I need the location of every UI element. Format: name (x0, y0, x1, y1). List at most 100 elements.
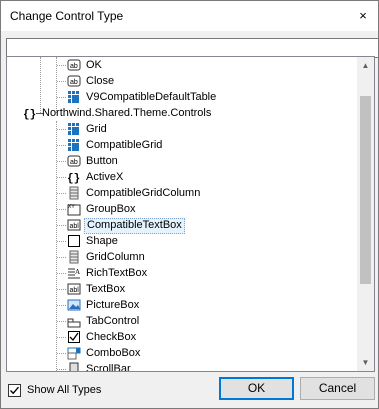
tree-item[interactable]: Shape (7, 233, 357, 249)
tree-item-label: CompatibleGridColumn (86, 187, 201, 199)
svg-text:ab: ab (70, 159, 78, 166)
namespace-braces-icon: {} (23, 106, 37, 121)
tree-item[interactable]: CompatibleGrid (7, 137, 357, 153)
search-input[interactable] (6, 38, 379, 58)
tree-connector-line (57, 97, 66, 98)
tree-item-label: GridColumn (86, 251, 145, 263)
tree-item-label: RichTextBox (86, 267, 148, 279)
grid-icon (67, 90, 81, 104)
dialog-title: Change Control Type (10, 9, 124, 23)
tree-item[interactable]: V9CompatibleDefaultTable (7, 89, 357, 105)
tree-item[interactable]: ab Button (7, 153, 357, 169)
scrollbar-icon (67, 362, 81, 371)
tree-connector-line (57, 193, 66, 194)
grid-icon (67, 122, 81, 136)
tree-item-label: PictureBox (86, 299, 140, 311)
tree-item[interactable]: abl CompatibleTextBox (7, 217, 357, 234)
tree-item-label: V9CompatibleDefaultTable (86, 91, 217, 103)
ok-button[interactable]: OK (219, 377, 294, 400)
show-all-types-checkbox[interactable] (8, 384, 21, 397)
tree-item-label: ActiveX (86, 171, 124, 183)
tree-connector-line (57, 161, 66, 162)
tree-item[interactable]: Grid (7, 121, 357, 137)
richtextbox-icon: A (67, 266, 81, 280)
svg-text:XY: XY (68, 204, 75, 210)
vertical-scrollbar[interactable]: ▲ ▼ (357, 57, 374, 371)
title-bar: Change Control Type × (1, 1, 378, 31)
tabcontrol-icon (67, 314, 81, 328)
svg-text:{}: {} (67, 173, 80, 184)
groupbox-icon: XY (67, 202, 81, 216)
tree-item[interactable]: CompatibleGridColumn (7, 185, 357, 201)
tree-connector-line (57, 145, 66, 146)
tree-item[interactable]: ScrollBar (7, 361, 357, 372)
change-control-type-dialog: Change Control Type × ab OK ab Close V9Compa… (0, 0, 379, 409)
tree-item-label: Shape (86, 235, 118, 247)
tree-item[interactable]: ab OK (7, 57, 357, 73)
tree-item[interactable]: GridColumn (7, 249, 357, 265)
tree-connector-line (57, 81, 66, 82)
tree-connector-line (57, 225, 66, 226)
grid-icon (67, 138, 81, 152)
picture-icon (67, 298, 81, 312)
tree-item-label: GroupBox (86, 203, 136, 215)
control-type-tree[interactable]: ab OK ab Close V9CompatibleDefaultTable {} Nor… (6, 56, 375, 372)
tree-item[interactable]: abl TextBox (7, 281, 357, 297)
tree-connector-line (57, 369, 66, 370)
checkbox-icon (67, 330, 81, 344)
tree-item[interactable]: ComboBox (7, 345, 357, 361)
svg-text:{}: {} (23, 109, 36, 120)
tree-item-label: Northwind.Shared.Theme.Controls (42, 107, 212, 119)
tree-connector-line (57, 353, 66, 354)
tree-item[interactable]: TabControl (7, 313, 357, 329)
tree-item[interactable]: {} ActiveX (7, 169, 357, 185)
combobox-icon (67, 346, 81, 360)
tree-item[interactable]: XY GroupBox (7, 201, 357, 217)
tree-item-label: ScrollBar (86, 363, 131, 372)
textbox-ab-icon: ab (67, 58, 81, 72)
grid-column-icon (67, 186, 81, 200)
textbox-abl-icon: abl (67, 282, 81, 296)
checkmark-icon (10, 386, 20, 395)
textbox-ab-icon: ab (67, 74, 81, 88)
shape-square-icon (67, 234, 81, 248)
tree-item-label: Button (86, 155, 118, 167)
svg-text:abl: abl (70, 223, 80, 230)
svg-text:ab: ab (70, 79, 78, 86)
cancel-button[interactable]: Cancel (300, 377, 375, 400)
scroll-down-arrow-icon[interactable]: ▼ (357, 354, 374, 371)
grid-column-icon (67, 250, 81, 264)
tree-connector-line (57, 305, 66, 306)
tree-connector-line (57, 257, 66, 258)
tree-item-label: TextBox (86, 283, 126, 295)
tree-connector-line (57, 289, 66, 290)
svg-text:A: A (75, 268, 80, 276)
tree-item-label: ComboBox (86, 347, 141, 359)
tree-item[interactable]: PictureBox (7, 297, 357, 313)
braces-icon: {} (67, 170, 81, 185)
tree-connector-line (57, 209, 66, 210)
tree-item[interactable]: {} Northwind.Shared.Theme.Controls (7, 105, 357, 121)
scroll-thumb[interactable] (360, 96, 371, 284)
tree-item-label: Grid (86, 123, 107, 135)
tree-connector-line (57, 65, 66, 66)
svg-text:ab: ab (70, 63, 78, 70)
tree-connector-line (57, 129, 66, 130)
tree-item-label: CompatibleGrid (86, 139, 163, 151)
tree-connector-line (57, 337, 66, 338)
textbox-ab-icon: ab (67, 154, 81, 168)
tree-item-label: OK (86, 59, 102, 71)
close-icon[interactable]: × (356, 9, 370, 23)
tree-item-label: Close (86, 75, 115, 87)
show-all-types-label: Show All Types (27, 384, 102, 396)
tree-connector-line (57, 241, 66, 242)
tree-connector-line (57, 273, 66, 274)
tree-item[interactable]: ab Close (7, 73, 357, 89)
tree-connector-line (57, 177, 66, 178)
tree-item[interactable]: A RichTextBox (7, 265, 357, 281)
tree-item[interactable]: CheckBox (7, 329, 357, 345)
tree-item-label: CompatibleTextBox (84, 218, 185, 234)
textbox-abl-icon: abl (67, 218, 81, 232)
tree-item-label: CheckBox (86, 331, 137, 343)
scroll-up-arrow-icon[interactable]: ▲ (357, 57, 374, 74)
